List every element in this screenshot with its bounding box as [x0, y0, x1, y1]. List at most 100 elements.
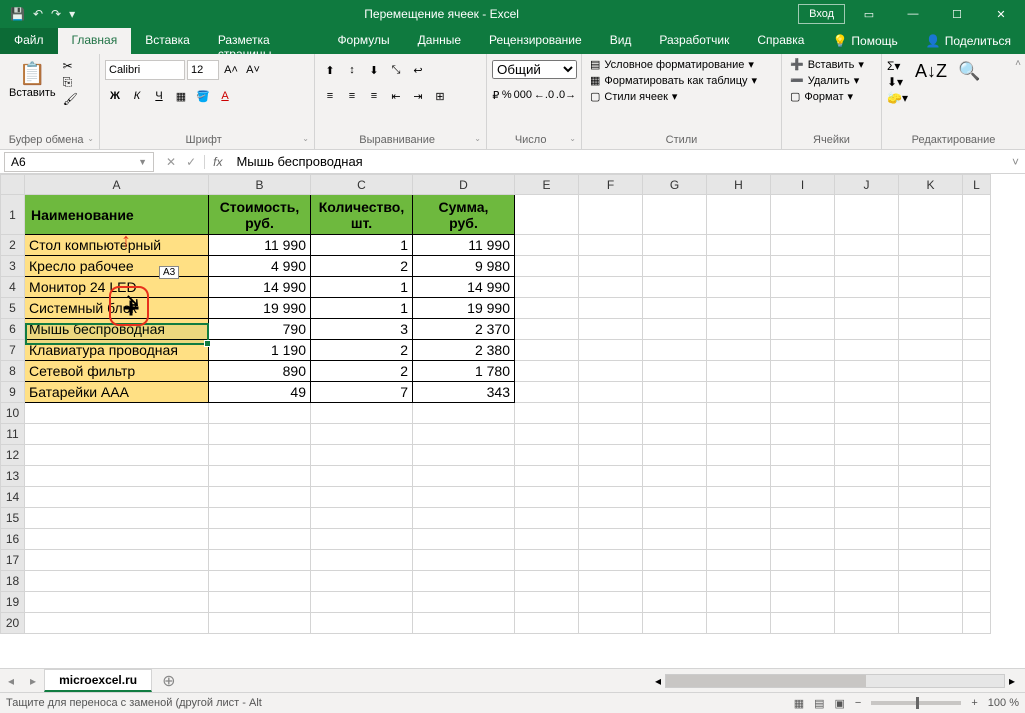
- cell[interactable]: 9 980: [413, 256, 515, 277]
- increase-font-icon[interactable]: A˄: [221, 60, 241, 80]
- cell[interactable]: [515, 403, 579, 424]
- cell[interactable]: [579, 298, 643, 319]
- tab-insert[interactable]: Вставка: [131, 28, 204, 54]
- name-box[interactable]: A6 ▼: [4, 152, 154, 172]
- increase-indent-icon[interactable]: ⇥: [408, 86, 428, 106]
- cell[interactable]: [515, 571, 579, 592]
- dialog-launcher-icon[interactable]: ⌄: [474, 134, 481, 143]
- align-center-icon[interactable]: ≡: [342, 86, 362, 106]
- align-middle-icon[interactable]: ↕: [342, 60, 362, 80]
- tab-page-layout[interactable]: Разметка страницы: [204, 28, 324, 54]
- cell[interactable]: [311, 529, 413, 550]
- cell[interactable]: [25, 508, 209, 529]
- redo-icon[interactable]: ↷: [51, 7, 61, 21]
- fx-icon[interactable]: fx: [204, 155, 230, 169]
- cell[interactable]: 1 190: [209, 340, 311, 361]
- col-header[interactable]: I: [771, 175, 835, 195]
- cell[interactable]: [643, 613, 707, 634]
- cell[interactable]: [25, 529, 209, 550]
- cell[interactable]: [771, 256, 835, 277]
- cell[interactable]: 1: [311, 235, 413, 256]
- cell[interactable]: [25, 550, 209, 571]
- cell[interactable]: [835, 319, 899, 340]
- cell[interactable]: [707, 382, 771, 403]
- cell[interactable]: Стол компьютерный: [25, 235, 209, 256]
- cell[interactable]: [311, 592, 413, 613]
- worksheet-grid[interactable]: ABCDEFGHIJKL1НаименованиеСтоимость,руб.К…: [0, 174, 1025, 668]
- cell[interactable]: [963, 508, 991, 529]
- cell[interactable]: [835, 529, 899, 550]
- cell[interactable]: [209, 529, 311, 550]
- cell[interactable]: [899, 319, 963, 340]
- cell[interactable]: [835, 571, 899, 592]
- cell[interactable]: [771, 319, 835, 340]
- cell[interactable]: [835, 235, 899, 256]
- cell[interactable]: [771, 508, 835, 529]
- cell[interactable]: [899, 235, 963, 256]
- cell[interactable]: 1 780: [413, 361, 515, 382]
- zoom-out-icon[interactable]: −: [855, 697, 861, 709]
- cell[interactable]: [515, 424, 579, 445]
- cell[interactable]: [643, 319, 707, 340]
- cell[interactable]: [25, 466, 209, 487]
- tab-data[interactable]: Данные: [404, 28, 475, 54]
- decrease-indent-icon[interactable]: ⇤: [386, 86, 406, 106]
- cell[interactable]: [899, 361, 963, 382]
- cell[interactable]: [835, 613, 899, 634]
- cell[interactable]: 19 990: [209, 298, 311, 319]
- sheet-nav-prev-icon[interactable]: ◂: [0, 674, 22, 688]
- cell[interactable]: 343: [413, 382, 515, 403]
- cell[interactable]: [835, 550, 899, 571]
- tab-help[interactable]: Справка: [743, 28, 818, 54]
- cell[interactable]: [771, 277, 835, 298]
- tab-file[interactable]: Файл: [0, 28, 58, 54]
- col-header[interactable]: H: [707, 175, 771, 195]
- cell[interactable]: [771, 466, 835, 487]
- cell[interactable]: [707, 256, 771, 277]
- cell[interactable]: [963, 403, 991, 424]
- col-header[interactable]: J: [835, 175, 899, 195]
- cell[interactable]: [963, 319, 991, 340]
- cell[interactable]: [209, 592, 311, 613]
- cell[interactable]: [771, 298, 835, 319]
- cell[interactable]: [515, 361, 579, 382]
- cell[interactable]: [963, 550, 991, 571]
- row-header[interactable]: 12: [1, 445, 25, 466]
- cell[interactable]: [899, 571, 963, 592]
- cell[interactable]: Кресло рабочее: [25, 256, 209, 277]
- chevron-down-icon[interactable]: ▼: [138, 157, 147, 167]
- font-size-input[interactable]: [187, 60, 219, 80]
- clear-icon[interactable]: 🧽▾: [887, 91, 908, 105]
- cell[interactable]: [579, 508, 643, 529]
- cell[interactable]: [835, 256, 899, 277]
- cell[interactable]: [899, 403, 963, 424]
- cell-styles-button[interactable]: ▢Стили ячеек▾: [587, 89, 760, 104]
- row-header[interactable]: 6: [1, 319, 25, 340]
- cell[interactable]: [899, 277, 963, 298]
- qa-customize-icon[interactable]: ▾: [69, 7, 75, 21]
- col-header[interactable]: D: [413, 175, 515, 195]
- cell[interactable]: [311, 550, 413, 571]
- cell[interactable]: [835, 466, 899, 487]
- add-sheet-icon[interactable]: ⊕: [152, 671, 185, 691]
- cell[interactable]: [579, 487, 643, 508]
- cell[interactable]: 1: [311, 277, 413, 298]
- cell[interactable]: [25, 445, 209, 466]
- cell[interactable]: [899, 298, 963, 319]
- row-header[interactable]: 11: [1, 424, 25, 445]
- tell-me[interactable]: 💡Помощь: [818, 28, 911, 54]
- cell[interactable]: [643, 508, 707, 529]
- dialog-launcher-icon[interactable]: ⌄: [87, 134, 94, 143]
- cell[interactable]: [643, 235, 707, 256]
- row-header[interactable]: 19: [1, 592, 25, 613]
- font-name-input[interactable]: [105, 60, 185, 80]
- cell[interactable]: [707, 592, 771, 613]
- cell[interactable]: [899, 445, 963, 466]
- row-header[interactable]: 3: [1, 256, 25, 277]
- cell[interactable]: [515, 529, 579, 550]
- cell[interactable]: [899, 466, 963, 487]
- cell[interactable]: [899, 613, 963, 634]
- col-header[interactable]: B: [209, 175, 311, 195]
- bold-button[interactable]: Ж: [105, 86, 125, 106]
- cell[interactable]: [209, 571, 311, 592]
